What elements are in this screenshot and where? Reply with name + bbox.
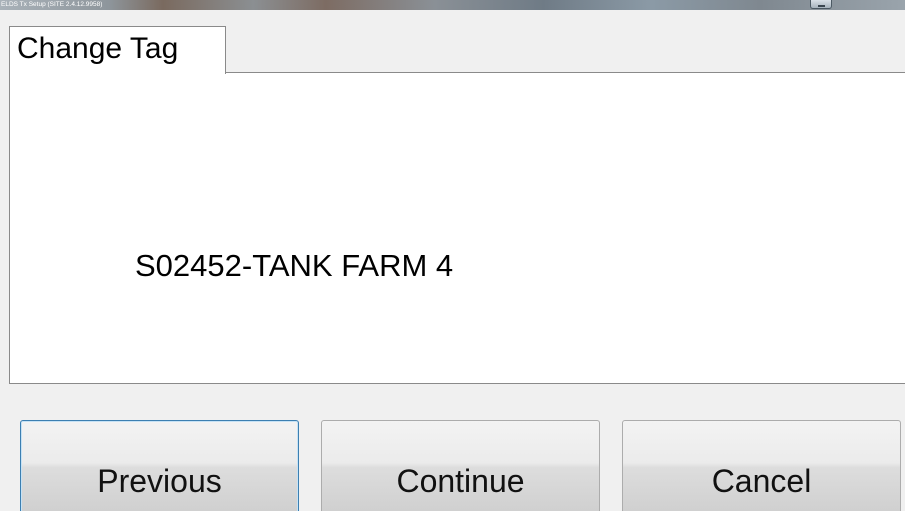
previous-button[interactable]: Previous <box>20 420 299 511</box>
window-title: ELDS Tx Setup (SITE 2.4.12.9958) <box>1 1 103 8</box>
tab-change-tag[interactable]: Change Tag <box>9 26 226 74</box>
cancel-button[interactable]: Cancel <box>622 420 901 511</box>
minimize-button[interactable] <box>810 0 832 9</box>
continue-button[interactable]: Continue <box>321 420 600 511</box>
title-bar[interactable]: ELDS Tx Setup (SITE 2.4.12.9958) <box>0 0 905 10</box>
tab-content-panel: S02452-TANK FARM 4 <box>9 73 905 384</box>
tab-label: Change Tag <box>17 32 179 65</box>
app-window: ELDS Tx Setup (SITE 2.4.12.9958) Change … <box>0 0 905 511</box>
selected-tag: S02452-TANK FARM 4 <box>135 248 454 283</box>
